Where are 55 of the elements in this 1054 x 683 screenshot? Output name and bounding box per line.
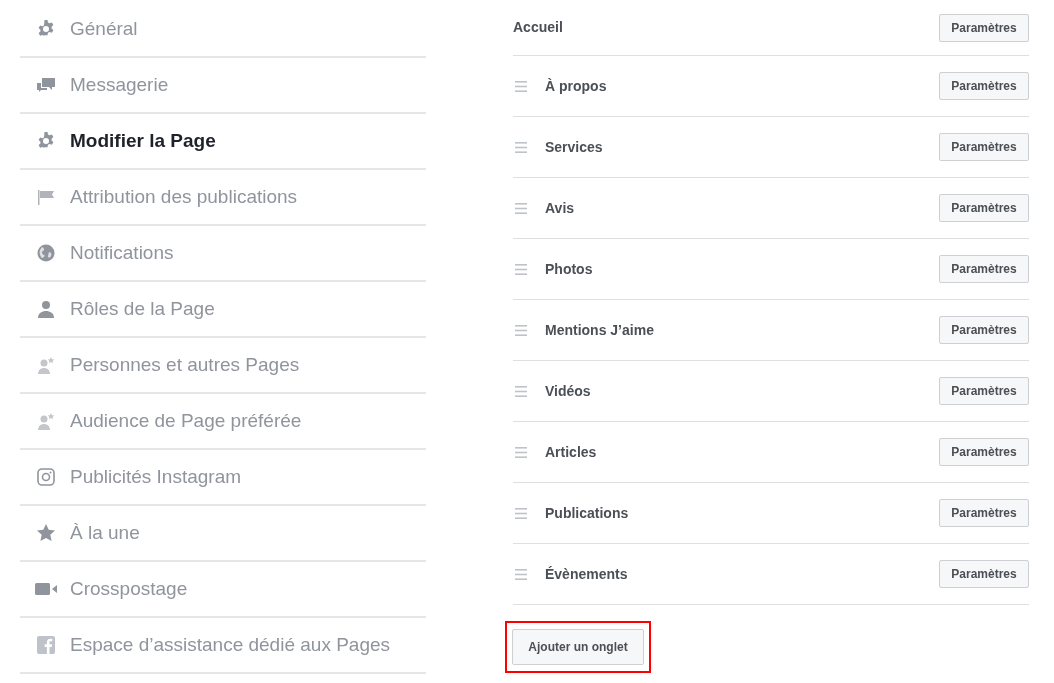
person-star-icon [36,411,56,431]
drag-handle-icon[interactable] [515,385,527,397]
settings-button[interactable]: Paramètres [939,194,1029,222]
gear-icon [36,131,56,151]
person-star-icon [36,355,56,375]
sidebar-label: Publicités Instagram [70,464,242,489]
settings-button[interactable]: Paramètres [939,255,1029,283]
drag-handle-icon[interactable] [515,446,527,458]
sidebar-label: Attribution des publications [70,184,298,209]
star-icon [36,523,56,543]
sidebar-label: Espace d’assistance dédié aux Pages [70,632,391,657]
sidebar-label: Personnes et autres Pages [70,352,300,377]
drag-handle-icon[interactable] [515,80,527,92]
tab-label: Avis [545,198,576,218]
video-camera-icon [34,582,58,596]
tab-label: Photos [545,259,594,279]
sidebar-label: Audience de Page préférée [70,408,302,433]
tab-label: Publications [545,503,630,523]
chat-bubbles-icon [36,76,56,94]
tab-label: À propos [545,76,608,96]
sidebar-item[interactable]: Modifier la Page [20,114,426,170]
settings-button[interactable]: Paramètres [939,13,1029,42]
person-icon [36,299,56,319]
flag-icon [36,187,56,207]
gear-icon [36,19,56,39]
sidebar-label: Messagerie [70,72,169,97]
facebook-logo-icon [36,635,56,655]
tab-label: Mentions J’aime [545,320,655,340]
drag-handle-icon[interactable] [515,507,527,519]
sidebar-label: Modifier la Page [70,128,216,153]
settings-button[interactable]: Paramètres [939,316,1029,344]
tab-label: Vidéos [545,381,592,401]
camera-outline-icon [36,467,56,487]
sidebar-label: À la une [70,520,140,545]
sidebar-label: Rôles de la Page [70,296,215,321]
tab-label: Articles [545,442,598,462]
globe-icon [36,243,56,263]
sidebar-label: Crosspostage [70,576,188,601]
settings-button[interactable]: Paramètres [939,438,1029,466]
drag-handle-icon[interactable] [515,141,527,153]
sidebar-label: Notifications [70,240,174,265]
settings-button[interactable]: Paramètres [939,133,1029,161]
tab-label: Services [545,137,604,157]
settings-button[interactable]: Paramètres [939,560,1029,588]
tab-label: Accueil [513,18,564,37]
sidebar-label: Général [70,16,138,41]
drag-handle-icon[interactable] [515,324,527,336]
settings-button[interactable]: Paramètres [939,377,1029,405]
settings-button[interactable]: Paramètres [939,499,1029,527]
drag-handle-icon[interactable] [515,202,527,214]
drag-handle-icon[interactable] [515,568,527,580]
drag-handle-icon[interactable] [515,263,527,275]
add-tab-button[interactable]: Ajouter un onglet [512,629,644,665]
settings-button[interactable]: Paramètres [939,72,1029,100]
tab-label: Évènements [545,564,629,584]
